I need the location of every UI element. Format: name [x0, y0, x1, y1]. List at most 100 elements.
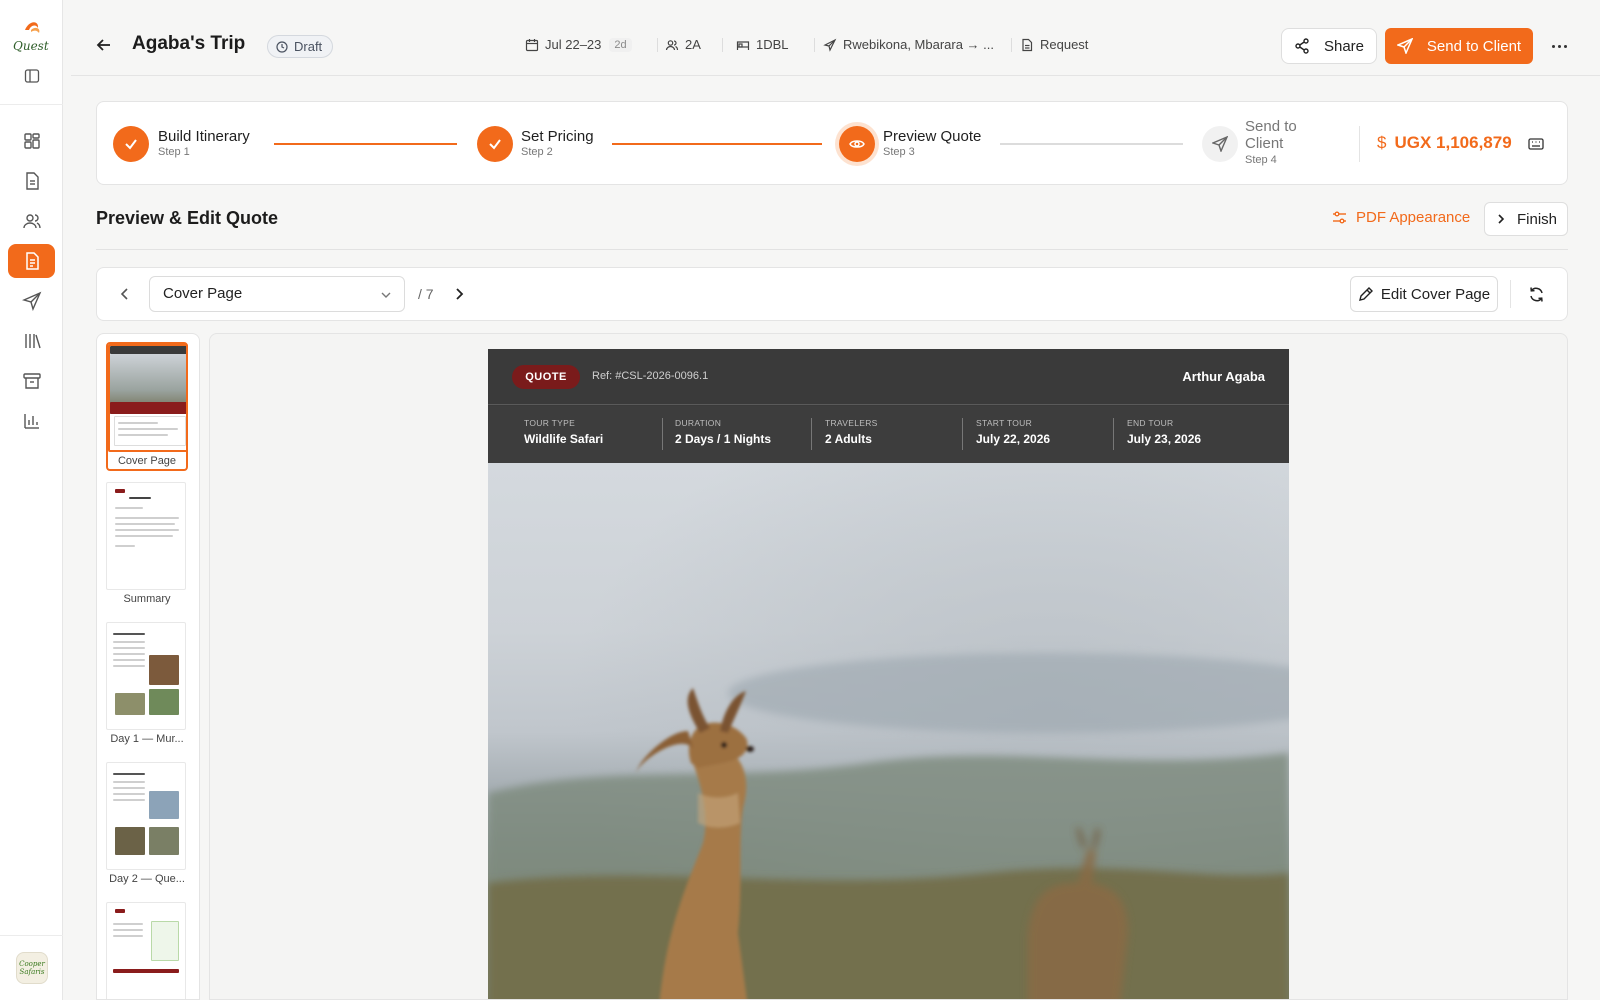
document-icon	[25, 172, 39, 190]
sliders-icon	[1333, 211, 1346, 224]
trip-travelers[interactable]: 2A	[665, 37, 701, 52]
top-bar: Agaba's Trip Draft Jul 22–23 2d 2A 1DBL …	[71, 0, 1600, 76]
quote-document-icon	[25, 252, 39, 270]
thumbnail-cover-page[interactable]: Cover Page	[106, 342, 188, 471]
page-navigator: Cover Page / 7 Edit Cover Page	[96, 267, 1568, 321]
nav-reports[interactable]	[8, 404, 55, 438]
share-button[interactable]: Share	[1281, 28, 1377, 64]
finish-button[interactable]: Finish	[1484, 202, 1568, 236]
company-brand-avatar[interactable]: Cooper Safaris	[16, 952, 48, 984]
quest-logo[interactable]: Quest	[11, 16, 51, 54]
meta-divider	[657, 38, 658, 52]
page-select[interactable]: Cover Page	[149, 276, 405, 312]
sidebar-divider-bottom	[0, 935, 63, 936]
page-title: Agaba's Trip	[132, 33, 246, 54]
thumbnail-caption: Cover Page	[117, 455, 177, 467]
thumbnail-preview	[106, 482, 186, 590]
edit-cover-label: Edit Cover Page	[1380, 285, 1491, 303]
fact-value: July 23, 2026	[1127, 432, 1202, 446]
nav-documents[interactable]	[8, 164, 55, 198]
price-divider	[1359, 126, 1360, 162]
pencil-icon	[1358, 286, 1373, 301]
sidebar: Quest Cooper Safaris	[0, 0, 63, 1000]
step-4-send-icon[interactable]	[1202, 126, 1238, 162]
step-3-label: Preview Quote	[883, 128, 982, 145]
fact-key: START TOUR	[976, 418, 1033, 428]
thumbnail-preview	[106, 622, 186, 730]
thumbnail-caption: Day 1 — Mur...	[110, 733, 184, 745]
chevron-left-icon[interactable]	[117, 286, 133, 302]
back-arrow-icon[interactable]	[95, 36, 113, 54]
meta-divider	[1011, 38, 1012, 52]
thumbnail-preview	[106, 902, 186, 999]
fact-key: DURATION	[675, 418, 722, 428]
status-label: Draft	[294, 39, 323, 54]
nav-quotes[interactable]	[8, 244, 55, 278]
cover-page-document[interactable]: QUOTE Ref: #CSL-2026-0096.1 Arthur Agaba…	[488, 349, 1289, 999]
step-2-sub: Step 2	[521, 146, 553, 158]
meta-divider	[722, 38, 723, 52]
travelers-label: 2A	[685, 37, 701, 52]
selected-page: Cover Page	[163, 285, 243, 302]
step-connector	[274, 143, 457, 145]
document-icon	[1022, 38, 1033, 51]
total-price: UGX 1,106,879	[1394, 133, 1512, 152]
step-2-check-icon[interactable]	[477, 126, 513, 162]
fact-duration: DURATION 2 Days / 1 Nights	[675, 418, 771, 446]
quote-preview-canvas[interactable]: QUOTE Ref: #CSL-2026-0096.1 Arthur Agaba…	[209, 333, 1568, 1000]
refresh-icon[interactable]	[1528, 286, 1545, 303]
sidebar-toggle-icon[interactable]	[24, 68, 40, 84]
dashboard-icon	[23, 133, 40, 149]
thumbnail-day-2[interactable]: Day 2 — Que...	[106, 762, 188, 885]
keyboard-icon[interactable]	[1527, 135, 1545, 153]
calendar-icon	[525, 38, 539, 51]
fact-tour-type: TOUR TYPE Wildlife Safari	[524, 418, 603, 446]
chevron-right-icon[interactable]	[451, 286, 467, 302]
status-badge: Draft	[267, 35, 334, 58]
send-icon	[1396, 38, 1413, 54]
fact-start-tour: START TOUR July 22, 2026	[976, 418, 1050, 446]
more-options-icon[interactable]	[1547, 37, 1571, 55]
nav-users[interactable]	[8, 204, 55, 238]
trip-rooms[interactable]: 1DBL	[736, 37, 789, 52]
dates-label: Jul 22–23	[545, 37, 602, 52]
send-to-client-button[interactable]: Send to Client	[1385, 28, 1533, 64]
section-divider	[96, 249, 1568, 250]
thumbnail-caption: Day 2 — Que...	[109, 873, 185, 885]
nav-send[interactable]	[8, 284, 55, 318]
chevron-down-icon	[381, 292, 391, 298]
fact-end-tour: END TOUR July 23, 2026	[1127, 418, 1201, 446]
nav-dashboard[interactable]	[8, 124, 55, 158]
trip-request[interactable]: Request	[1020, 37, 1088, 52]
archive-icon	[22, 373, 41, 389]
page-count: / 7	[418, 286, 434, 302]
thumbnail-preview	[106, 762, 186, 870]
nav-archive[interactable]	[8, 364, 55, 398]
brand-text: Cooper Safaris	[19, 960, 45, 976]
thumbnail-summary[interactable]: Summary	[106, 482, 188, 605]
thumbnail-pricing[interactable]	[106, 902, 188, 999]
step-3-eye-icon[interactable]	[839, 126, 875, 162]
thumbnail-caption: Summary	[123, 593, 171, 605]
pdf-appearance-button[interactable]: PDF Appearance	[1332, 209, 1470, 226]
nav-library[interactable]	[8, 324, 55, 358]
step-connector	[1000, 143, 1183, 145]
step-1-check-icon[interactable]	[113, 126, 149, 162]
trip-route[interactable]: Rwebikona, Mbarara → ...	[823, 37, 994, 52]
duration-badge: 2d	[609, 37, 632, 52]
users-icon	[665, 39, 679, 50]
tour-facts-bar: TOUR TYPE Wildlife Safari DURATION 2 Day…	[488, 406, 1289, 463]
step-2-label: Set Pricing	[521, 128, 594, 145]
trip-dates[interactable]: Jul 22–23 2d	[525, 37, 632, 52]
thumbnail-day-1[interactable]: Day 1 — Mur...	[106, 622, 188, 745]
fact-divider	[662, 418, 663, 450]
step-1-sub: Step 1	[158, 146, 190, 158]
thumbnail-preview	[108, 344, 188, 452]
pdf-appearance-label: PDF Appearance	[1356, 209, 1471, 226]
page-thumbnails: Cover Page Summary Day 1 — Mur... Day 2 …	[96, 333, 200, 1000]
clock-icon	[276, 41, 288, 53]
step-3-sub: Step 3	[883, 146, 915, 158]
plane-icon	[823, 38, 837, 52]
fact-key: TRAVELERS	[825, 418, 878, 428]
edit-cover-page-button[interactable]: Edit Cover Page	[1350, 276, 1498, 312]
